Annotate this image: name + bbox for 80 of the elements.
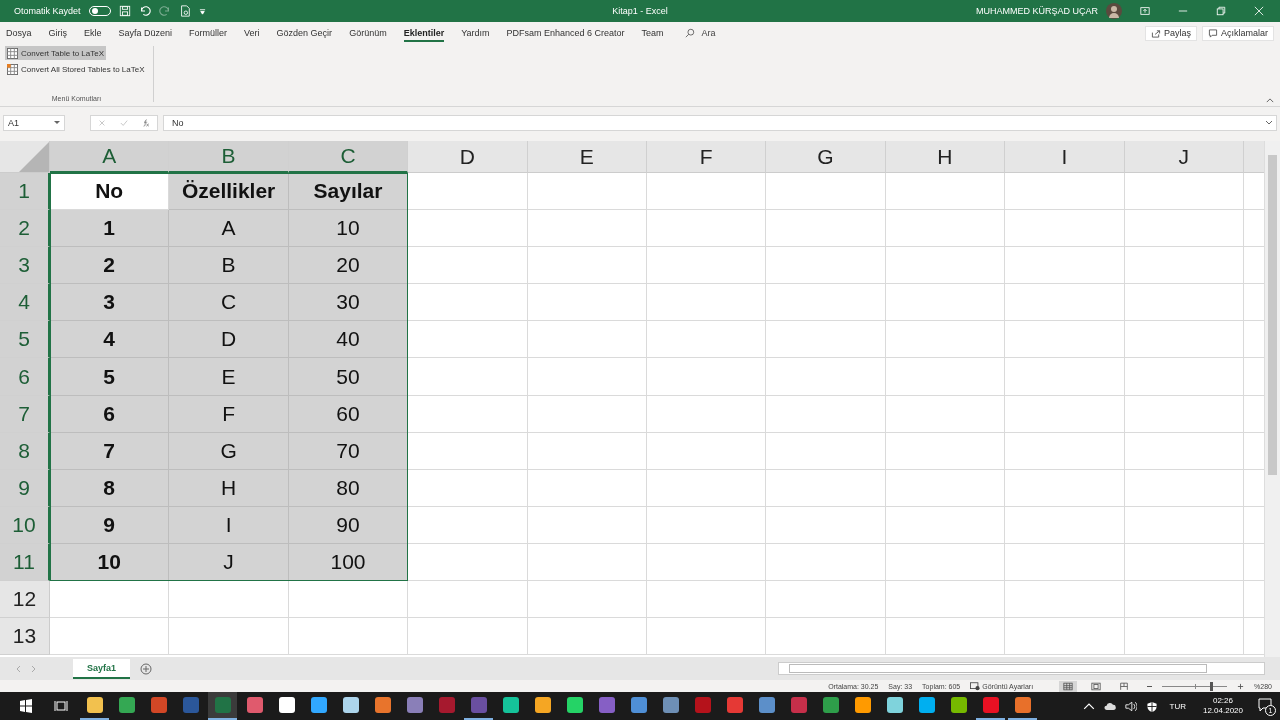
table-cell: F — [169, 395, 289, 433]
table-cell: Özellikler — [169, 173, 289, 211]
row-header[interactable]: 2 — [0, 210, 50, 248]
column-header[interactable]: B — [169, 141, 289, 173]
column-header[interactable]: G — [766, 141, 886, 173]
table-cell: 30 — [288, 284, 409, 322]
table-cell: 8 — [50, 469, 170, 507]
formula-field[interactable]: No — [163, 115, 1277, 131]
search-field[interactable]: Ara — [701, 28, 716, 38]
ribbon-tab[interactable]: Görünüm — [349, 24, 396, 42]
table-cell: C — [169, 284, 289, 322]
share-button[interactable]: Paylaş — [1144, 25, 1197, 41]
row-header[interactable]: 5 — [0, 321, 50, 359]
row-header[interactable]: 13 — [0, 618, 50, 656]
window-title: Kitap1 - Excel — [612, 6, 668, 16]
table-cell: A — [169, 210, 289, 248]
row-header[interactable]: 10 — [0, 506, 50, 544]
table-cell: 40 — [288, 321, 409, 359]
name-box[interactable]: A1 — [3, 115, 65, 131]
table-cell: D — [169, 321, 289, 359]
table-cell: 20 — [288, 247, 409, 285]
sheet-tab[interactable]: Sayfa1 — [73, 658, 131, 679]
row-header[interactable]: 9 — [0, 469, 50, 507]
table-cell: 7 — [50, 432, 170, 470]
table-cell: 90 — [288, 506, 409, 544]
ribbon-tab[interactable]: Dosya — [6, 24, 41, 42]
ribbon-tab[interactable]: Giriş — [48, 24, 76, 42]
table-cell: Sayılar — [288, 173, 409, 211]
table-cell: 60 — [288, 395, 409, 433]
table-cell: 9 — [50, 506, 170, 544]
column-header[interactable]: F — [646, 141, 767, 173]
table-cell: 80 — [288, 469, 409, 507]
table-cell: 4 — [50, 321, 170, 359]
row-header[interactable]: 3 — [0, 247, 50, 285]
row-header[interactable]: 1 — [0, 173, 50, 211]
ribbon-command[interactable]: Convert Table to LaTeX — [5, 46, 106, 60]
table-cell: 3 — [50, 284, 170, 322]
ribbon-command[interactable]: Convert All Stored Tables to LaTeX — [5, 62, 147, 76]
column-header[interactable]: H — [885, 141, 1006, 173]
table-cell: I — [169, 506, 289, 544]
ribbon-tab[interactable]: Sayfa Düzeni — [118, 24, 182, 42]
table-cell: G — [169, 432, 289, 470]
table-cell: J — [169, 543, 289, 582]
ribbon-tab[interactable]: Team — [641, 24, 673, 42]
ribbon-tab[interactable]: Eklentiler — [403, 24, 445, 42]
language-indicator[interactable]: TUR — [1169, 701, 1186, 711]
table-cell: 100 — [288, 543, 409, 582]
column-header[interactable]: E — [527, 141, 647, 173]
row-header[interactable]: 12 — [0, 581, 50, 619]
autosave-label: Otomatik Kaydet — [14, 6, 81, 16]
table-cell: 10 — [288, 210, 409, 248]
column-header[interactable]: C — [288, 141, 409, 173]
column-header[interactable]: A — [50, 141, 170, 173]
table-cell: 70 — [288, 432, 409, 470]
column-header[interactable]: I — [1005, 141, 1125, 173]
ribbon-tab[interactable]: Veri — [244, 24, 269, 42]
table-cell: 2 — [50, 247, 170, 285]
ribbon-tab[interactable]: Ekle — [84, 24, 111, 42]
table-cell: B — [169, 247, 289, 285]
ribbon-tab[interactable]: PDFsam Enhanced 6 Creator — [506, 24, 634, 42]
table-cell: 50 — [288, 358, 409, 396]
ribbon-tab[interactable]: Yardım — [461, 24, 499, 42]
row-header[interactable]: 4 — [0, 284, 50, 322]
table-cell: 10 — [50, 543, 170, 582]
table-cell: H — [169, 469, 289, 507]
row-header[interactable]: 11 — [0, 543, 50, 582]
column-header[interactable]: J — [1124, 141, 1244, 173]
ribbon-tab[interactable]: Formüller — [189, 24, 237, 42]
table-cell: E — [169, 358, 289, 396]
table-cell: 6 — [50, 395, 170, 433]
table-cell: 1 — [50, 210, 170, 248]
ribbon-tab[interactable]: Gözden Geçir — [276, 24, 342, 42]
clock[interactable]: 02:26 12.04.2020 — [1202, 696, 1243, 716]
table-cell: 5 — [50, 358, 170, 396]
row-header[interactable]: 7 — [0, 395, 50, 433]
user-name: MUHAMMED KÜRŞAD UÇAR — [976, 6, 1098, 16]
column-header[interactable]: D — [408, 141, 528, 173]
comments-button[interactable]: Açıklamalar — [1202, 25, 1274, 41]
row-header[interactable]: 6 — [0, 358, 50, 396]
row-header[interactable]: 8 — [0, 432, 50, 470]
